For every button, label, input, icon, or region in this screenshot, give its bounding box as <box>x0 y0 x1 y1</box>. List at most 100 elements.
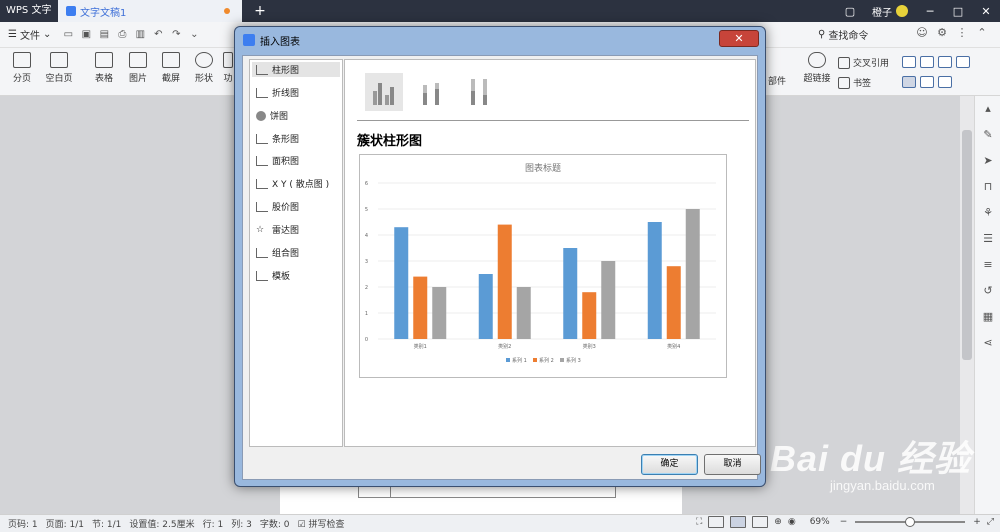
zoom-in-button[interactable]: + <box>973 517 981 527</box>
reading-view-icon[interactable] <box>708 516 725 528</box>
customize-icon[interactable]: ⌄ <box>185 29 203 40</box>
web-view-icon[interactable]: ⊕ <box>774 517 782 527</box>
percent-stacked-column-option[interactable] <box>461 73 499 111</box>
dialog-titlebar[interactable]: 插入图表 ✕ <box>235 27 765 53</box>
area-chart-icon <box>256 155 268 166</box>
feedback-icon[interactable]: ☺ <box>912 26 932 39</box>
status-setting[interactable]: 设置值: 2.5厘米 <box>129 517 194 530</box>
chart-category-list: 柱形图 折线图 饼图 条形图 面积图 X Y ( 散点图 ) 股价图 ☆ 雷达图… <box>249 59 343 447</box>
status-page-no[interactable]: 页码: 1 <box>8 517 38 530</box>
undo-icon[interactable]: ↶ <box>149 29 167 40</box>
picture-label: 图片 <box>128 74 147 84</box>
gear-icon[interactable]: ⚙ <box>932 26 952 39</box>
blank-page-label: 空白页 <box>45 74 73 84</box>
page-break-button[interactable]: 分页 <box>8 52 36 84</box>
screenshot-button[interactable]: 截屏 <box>157 52 185 84</box>
category-template[interactable]: 模板 <box>252 268 340 283</box>
template-icon <box>256 270 268 281</box>
window-layout-icon[interactable]: ▢ <box>836 5 864 18</box>
category-bar[interactable]: 条形图 <box>252 131 340 146</box>
eye-icon[interactable]: ◉ <box>788 517 796 527</box>
layout-icon-6[interactable] <box>920 76 934 88</box>
scroll-up-icon[interactable]: ▴ <box>975 96 1000 122</box>
document-tab[interactable]: 文字文稿1 <box>58 0 242 22</box>
stacked-column-option[interactable] <box>413 73 451 111</box>
print-icon[interactable]: ⎙ <box>113 29 131 40</box>
layout-icon-1[interactable] <box>902 56 916 68</box>
open-icon[interactable]: ▭ <box>59 29 77 40</box>
category-stock[interactable]: 股价图 <box>252 199 340 214</box>
bookmark-button[interactable]: 书签 <box>838 76 871 89</box>
category-column[interactable]: 柱形图 <box>252 62 340 77</box>
cancel-button[interactable]: 取消 <box>704 454 761 475</box>
lock-icon[interactable]: ⊓ <box>975 174 1000 200</box>
table-button[interactable]: 表格 <box>90 52 118 84</box>
zoom-slider-thumb[interactable] <box>905 517 916 527</box>
category-line[interactable]: 折线图 <box>252 85 340 100</box>
app-name-tab[interactable]: WPS 文字 <box>0 0 58 22</box>
title-bar: WPS 文字 文字文稿1 + ▢ 橙子 ─ □ ✕ <box>0 0 1000 22</box>
status-words[interactable]: 字数: 0 <box>260 517 290 530</box>
scissors-icon <box>162 52 180 68</box>
scrollbar-thumb[interactable] <box>962 130 972 360</box>
outline-view-icon[interactable] <box>752 516 769 528</box>
search-command[interactable]: ⚲ 查找命令 <box>818 27 868 42</box>
category-area[interactable]: 面积图 <box>252 153 340 168</box>
save-icon[interactable]: ▣ <box>77 29 95 40</box>
chart-preview-panel: 簇状柱形图 图表标题 0 1 2 3 4 5 6 类别1 类别2 类别3 类别4 系列 1 系列 2 系列 … <box>344 59 756 447</box>
sliders-icon[interactable]: ≡ <box>975 252 1000 278</box>
layout-icon-5[interactable] <box>902 76 916 88</box>
parts-button[interactable]: 部件 <box>768 74 786 87</box>
user-name: 橙子 <box>872 7 892 19</box>
collapse-ribbon-icon[interactable]: ⌃ <box>972 26 992 39</box>
new-tab-button[interactable]: + <box>248 3 272 19</box>
chart-svg: 图表标题 0 1 2 3 4 5 6 类别1 类别2 类别3 类别4 系列 1 系列 2 系列 3 <box>365 162 716 364</box>
dialog-close-button[interactable]: ✕ <box>719 30 759 47</box>
layout-icon-3[interactable] <box>938 56 952 68</box>
blank-page-button[interactable]: 空白页 <box>42 52 76 84</box>
category-combo[interactable]: 组合图 <box>252 245 340 260</box>
user-account[interactable]: 橙子 <box>872 4 908 19</box>
more-icon[interactable]: ⋮ <box>952 26 972 39</box>
history-icon[interactable]: ↺ <box>975 278 1000 304</box>
category-pie[interactable]: 饼图 <box>252 108 340 123</box>
export-pdf-icon[interactable]: ▤ <box>95 29 113 40</box>
category-scatter[interactable]: X Y ( 散点图 ) <box>252 176 340 191</box>
redo-icon[interactable]: ↷ <box>167 29 185 40</box>
chart-icon[interactable]: ▦ <box>975 304 1000 330</box>
cursor-icon[interactable]: ➤ <box>975 148 1000 174</box>
picture-button[interactable]: 图片 <box>124 52 152 84</box>
category-radar[interactable]: ☆ 雷达图 <box>252 222 340 237</box>
fit-icon[interactable]: ⤢ <box>987 517 994 527</box>
status-pages[interactable]: 页面: 1/1 <box>46 517 84 530</box>
list-icon[interactable]: ☰ <box>975 226 1000 252</box>
close-window-icon[interactable]: ✕ <box>972 5 1000 18</box>
shape-label: 形状 <box>194 74 213 84</box>
clustered-column-option[interactable] <box>365 73 403 111</box>
pen-icon[interactable]: ✎ <box>975 122 1000 148</box>
style-icon[interactable]: ⚘ <box>975 200 1000 226</box>
zoom-out-button[interactable]: − <box>840 517 848 527</box>
layout-icon-7[interactable] <box>938 76 952 88</box>
print-preview-icon[interactable]: ▥ <box>131 29 149 40</box>
layout-icon-2[interactable] <box>920 56 934 68</box>
file-menu[interactable]: ☰ 文件 ⌄ <box>0 27 59 42</box>
y-tick-label: 2 <box>365 285 368 291</box>
zoom-level[interactable]: 69% <box>810 517 830 527</box>
ok-button[interactable]: 确定 <box>641 454 698 475</box>
status-section[interactable]: 节: 1/1 <box>92 517 121 530</box>
function-button[interactable]: 功 <box>222 52 234 84</box>
minimize-icon[interactable]: ─ <box>916 5 944 18</box>
maximize-icon[interactable]: □ <box>944 5 972 18</box>
layout-icon-4[interactable] <box>956 56 970 68</box>
page-view-icon[interactable] <box>730 516 747 528</box>
hyperlink-button[interactable]: 超链接 <box>802 52 832 84</box>
status-col[interactable]: 列: 3 <box>231 517 252 530</box>
shape-button[interactable]: 形状 <box>190 52 218 84</box>
share-icon[interactable]: ⋖ <box>975 330 1000 356</box>
cross-reference-button[interactable]: 交叉引用 <box>838 56 889 69</box>
status-row[interactable]: 行: 1 <box>203 517 224 530</box>
zoom-slider[interactable] <box>855 517 966 527</box>
fullscreen-icon[interactable]: ⛶ <box>696 517 702 527</box>
spell-check-button[interactable]: ☑ 拼写检查 <box>298 517 345 530</box>
